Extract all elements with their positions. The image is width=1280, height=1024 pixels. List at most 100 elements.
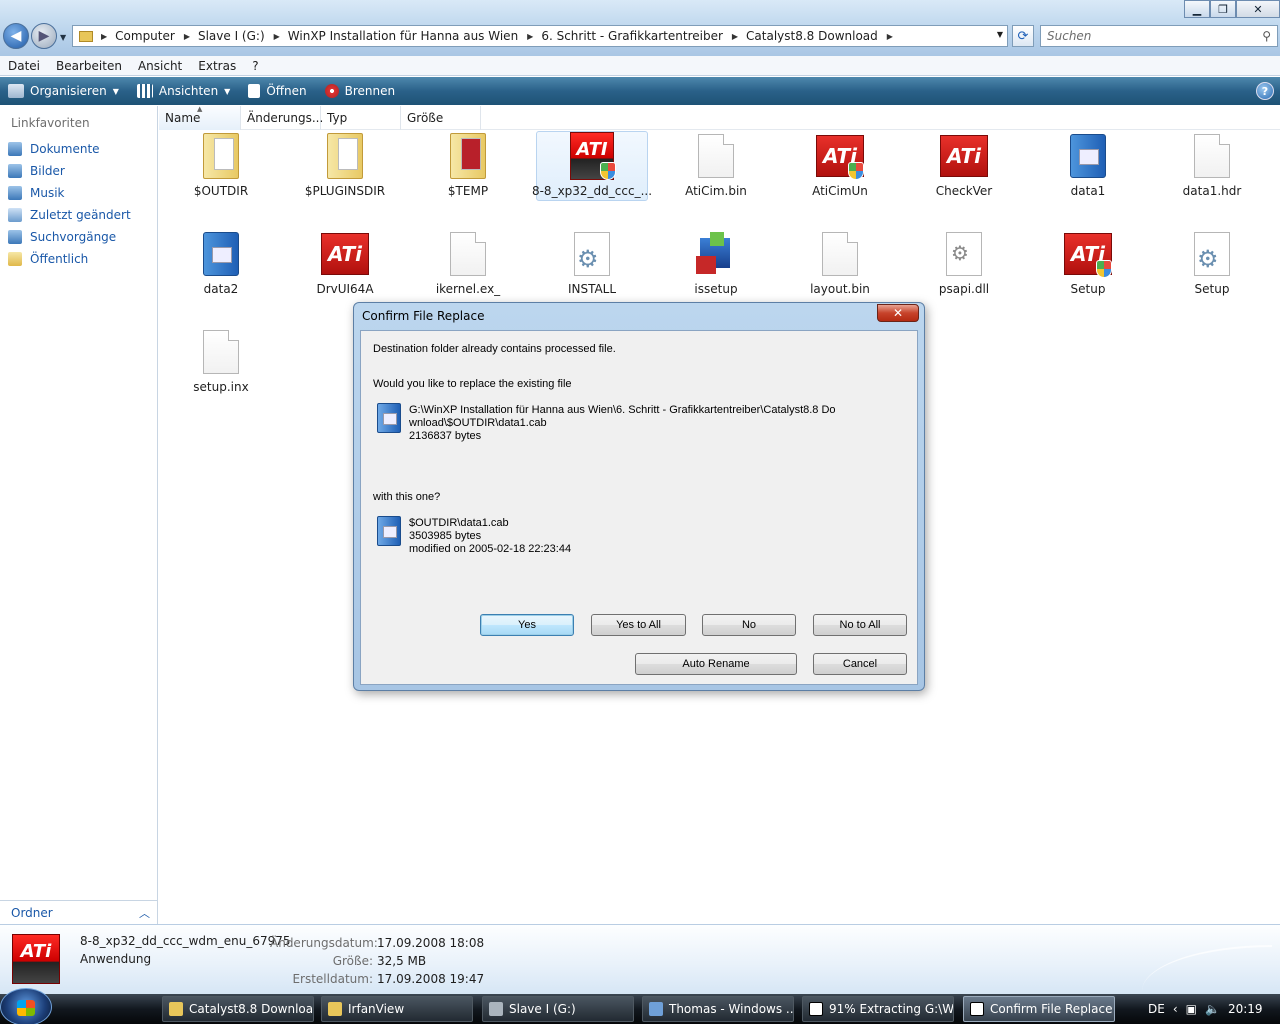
taskbar-item[interactable]: 91% Extracting G:\W... xyxy=(802,996,954,1022)
clock[interactable]: 20:19 xyxy=(1228,1002,1263,1016)
taskbar-item-label: Thomas - Windows ... xyxy=(669,1002,794,1016)
volume-icon[interactable]: 🔈 xyxy=(1205,1002,1220,1016)
dialog-close-button[interactable]: ✕ xyxy=(877,304,919,322)
open-button[interactable]: Öffnen xyxy=(248,84,307,98)
uac-shield-icon xyxy=(1096,260,1112,278)
network-icon[interactable]: ▣ xyxy=(1186,1002,1197,1016)
nav-item-label: Öffentlich xyxy=(30,252,89,266)
views-button[interactable]: Ansichten ▼ xyxy=(136,84,230,98)
file-item[interactable]: layout.bin xyxy=(784,230,896,300)
nav-item-pictures[interactable]: Bilder xyxy=(0,160,157,182)
column-type[interactable]: Typ xyxy=(321,106,401,130)
open-label: Öffnen xyxy=(266,84,307,98)
taskbar-item[interactable]: IrfanView xyxy=(321,996,473,1022)
file-item[interactable]: issetup xyxy=(660,230,772,300)
taskbar-item-label: 91% Extracting G:\W... xyxy=(829,1002,954,1016)
organize-button[interactable]: Organisieren ▼ xyxy=(8,84,119,98)
minimize-button[interactable]: ▁ xyxy=(1184,0,1210,18)
existing-file-size: 2136837 bytes xyxy=(409,430,482,442)
taskbar-item-label: Confirm File Replace xyxy=(990,1002,1113,1016)
public-folder-icon xyxy=(8,252,22,266)
file-item[interactable]: $OUTDIR xyxy=(165,132,277,202)
crumb-computer[interactable]: Computer xyxy=(115,29,175,43)
address-bar[interactable]: ▶ Computer ▶ Slave I (G:) ▶ WinXP Instal… xyxy=(72,25,1008,47)
taskbar-item[interactable]: Thomas - Windows ... xyxy=(642,996,794,1022)
chevron-right-icon[interactable]: ▶ xyxy=(274,32,280,41)
menu-extras[interactable]: Extras xyxy=(190,59,244,73)
nav-item-documents[interactable]: Dokumente xyxy=(0,138,157,160)
yes-to-all-button[interactable]: Yes to All xyxy=(591,614,686,636)
nav-item-recent[interactable]: Zuletzt geändert xyxy=(0,204,157,226)
file-item[interactable]: INSTALL xyxy=(536,230,648,300)
file-item[interactable]: data1.hdr xyxy=(1156,132,1268,202)
folders-toggle[interactable]: Ordner ︿ xyxy=(0,900,158,924)
crumb-folder-3[interactable]: Catalyst8.8 Download xyxy=(746,29,878,43)
column-modified[interactable]: Änderungs... xyxy=(241,106,323,130)
file-item[interactable]: AtiCim.bin xyxy=(660,132,772,202)
menu-ansicht[interactable]: Ansicht xyxy=(130,59,190,73)
file-name: 8-8_xp32_dd_ccc_... xyxy=(531,184,653,198)
file-item[interactable]: ikernel.ex_ xyxy=(412,230,524,300)
back-button[interactable]: ◀ xyxy=(3,23,29,49)
chevron-right-icon[interactable]: ▶ xyxy=(732,32,738,41)
taskbar-item-label: IrfanView xyxy=(348,1002,405,1016)
nav-item-label: Zuletzt geändert xyxy=(30,208,131,222)
maximize-button[interactable]: ❐ xyxy=(1210,0,1236,18)
file-item[interactable]: setup.inx xyxy=(165,328,277,398)
crumb-drive[interactable]: Slave I (G:) xyxy=(198,29,265,43)
taskbar-item[interactable]: Catalyst8.8 Download xyxy=(162,996,314,1022)
file-item[interactable]: Setup xyxy=(1156,230,1268,300)
dialog-message-2: Would you like to replace the existing f… xyxy=(373,378,572,390)
address-dropdown-icon[interactable]: ▼ xyxy=(997,30,1003,39)
file-item[interactable]: ATi AtiCimUn xyxy=(784,132,896,202)
taskbar-item-active[interactable]: Confirm File Replace xyxy=(963,996,1115,1022)
file-item[interactable]: ATi CheckVer xyxy=(908,132,1020,202)
crumb-folder-1[interactable]: WinXP Installation für Hanna aus Wien xyxy=(288,29,518,43)
crumb-folder-2[interactable]: 6. Schritt - Grafikkartentreiber xyxy=(541,29,723,43)
help-icon[interactable]: ? xyxy=(1256,82,1274,100)
file-item[interactable]: data1 xyxy=(1032,132,1144,202)
chevron-right-icon[interactable]: ▶ xyxy=(527,32,533,41)
cab-icon xyxy=(197,230,245,278)
file-item[interactable]: data2 xyxy=(165,230,277,300)
chevron-left-icon[interactable]: ‹ xyxy=(1173,1002,1178,1016)
search-icon[interactable]: ⚲ xyxy=(1262,26,1271,46)
file-item[interactable]: ATi DrvUI64A xyxy=(289,230,401,300)
close-window-button[interactable]: ✕ xyxy=(1236,0,1280,18)
chevron-right-icon[interactable]: ▶ xyxy=(184,32,190,41)
forward-button[interactable]: ▶ xyxy=(31,23,57,49)
file-name: data1 xyxy=(1070,184,1106,198)
file-item[interactable]: $PLUGINSDIR xyxy=(289,132,401,202)
file-item[interactable]: $TEMP xyxy=(412,132,524,202)
search-input[interactable]: Suchen ⚲ xyxy=(1040,25,1278,47)
chevron-right-icon[interactable]: ▶ xyxy=(101,32,107,41)
menu-help[interactable]: ? xyxy=(244,59,266,73)
yes-button[interactable]: Yes xyxy=(480,614,574,636)
column-name[interactable]: ▲ Name xyxy=(159,105,241,130)
no-button[interactable]: No xyxy=(702,614,796,636)
recent-pages-dropdown-icon[interactable]: ▼ xyxy=(60,33,66,42)
folder-icon xyxy=(328,1002,342,1016)
file-item[interactable]: psapi.dll xyxy=(908,230,1020,300)
confirm-file-replace-dialog: Confirm File Replace ✕ Destination folde… xyxy=(353,302,925,691)
file-item-selected[interactable]: ATI 8-8_xp32_dd_ccc_... xyxy=(532,131,652,201)
refresh-button[interactable]: ⟳ xyxy=(1012,25,1034,47)
window-titlebar: ▁ ❐ ✕ ◀ ▶ ▼ ▶ Computer ▶ Slave I (G:) ▶ … xyxy=(0,0,1280,56)
window-icon xyxy=(649,1002,663,1016)
burn-button[interactable]: Brennen xyxy=(324,84,395,98)
taskbar-item[interactable]: Slave I (G:) xyxy=(482,996,634,1022)
nav-item-public[interactable]: Öffentlich xyxy=(0,248,157,270)
uac-shield-icon xyxy=(600,162,616,180)
menu-datei[interactable]: Datei xyxy=(0,59,48,73)
column-size[interactable]: Größe xyxy=(401,106,481,130)
no-to-all-button[interactable]: No to All xyxy=(813,614,907,636)
menu-bearbeiten[interactable]: Bearbeiten xyxy=(48,59,130,73)
start-button[interactable] xyxy=(0,988,52,1024)
language-indicator[interactable]: DE xyxy=(1148,1002,1165,1016)
chevron-right-icon[interactable]: ▶ xyxy=(887,32,893,41)
nav-item-searches[interactable]: Suchvorgänge xyxy=(0,226,157,248)
nav-item-music[interactable]: Musik xyxy=(0,182,157,204)
file-item[interactable]: ATi Setup xyxy=(1032,230,1144,300)
auto-rename-button[interactable]: Auto Rename xyxy=(635,653,797,675)
cancel-button[interactable]: Cancel xyxy=(813,653,907,675)
